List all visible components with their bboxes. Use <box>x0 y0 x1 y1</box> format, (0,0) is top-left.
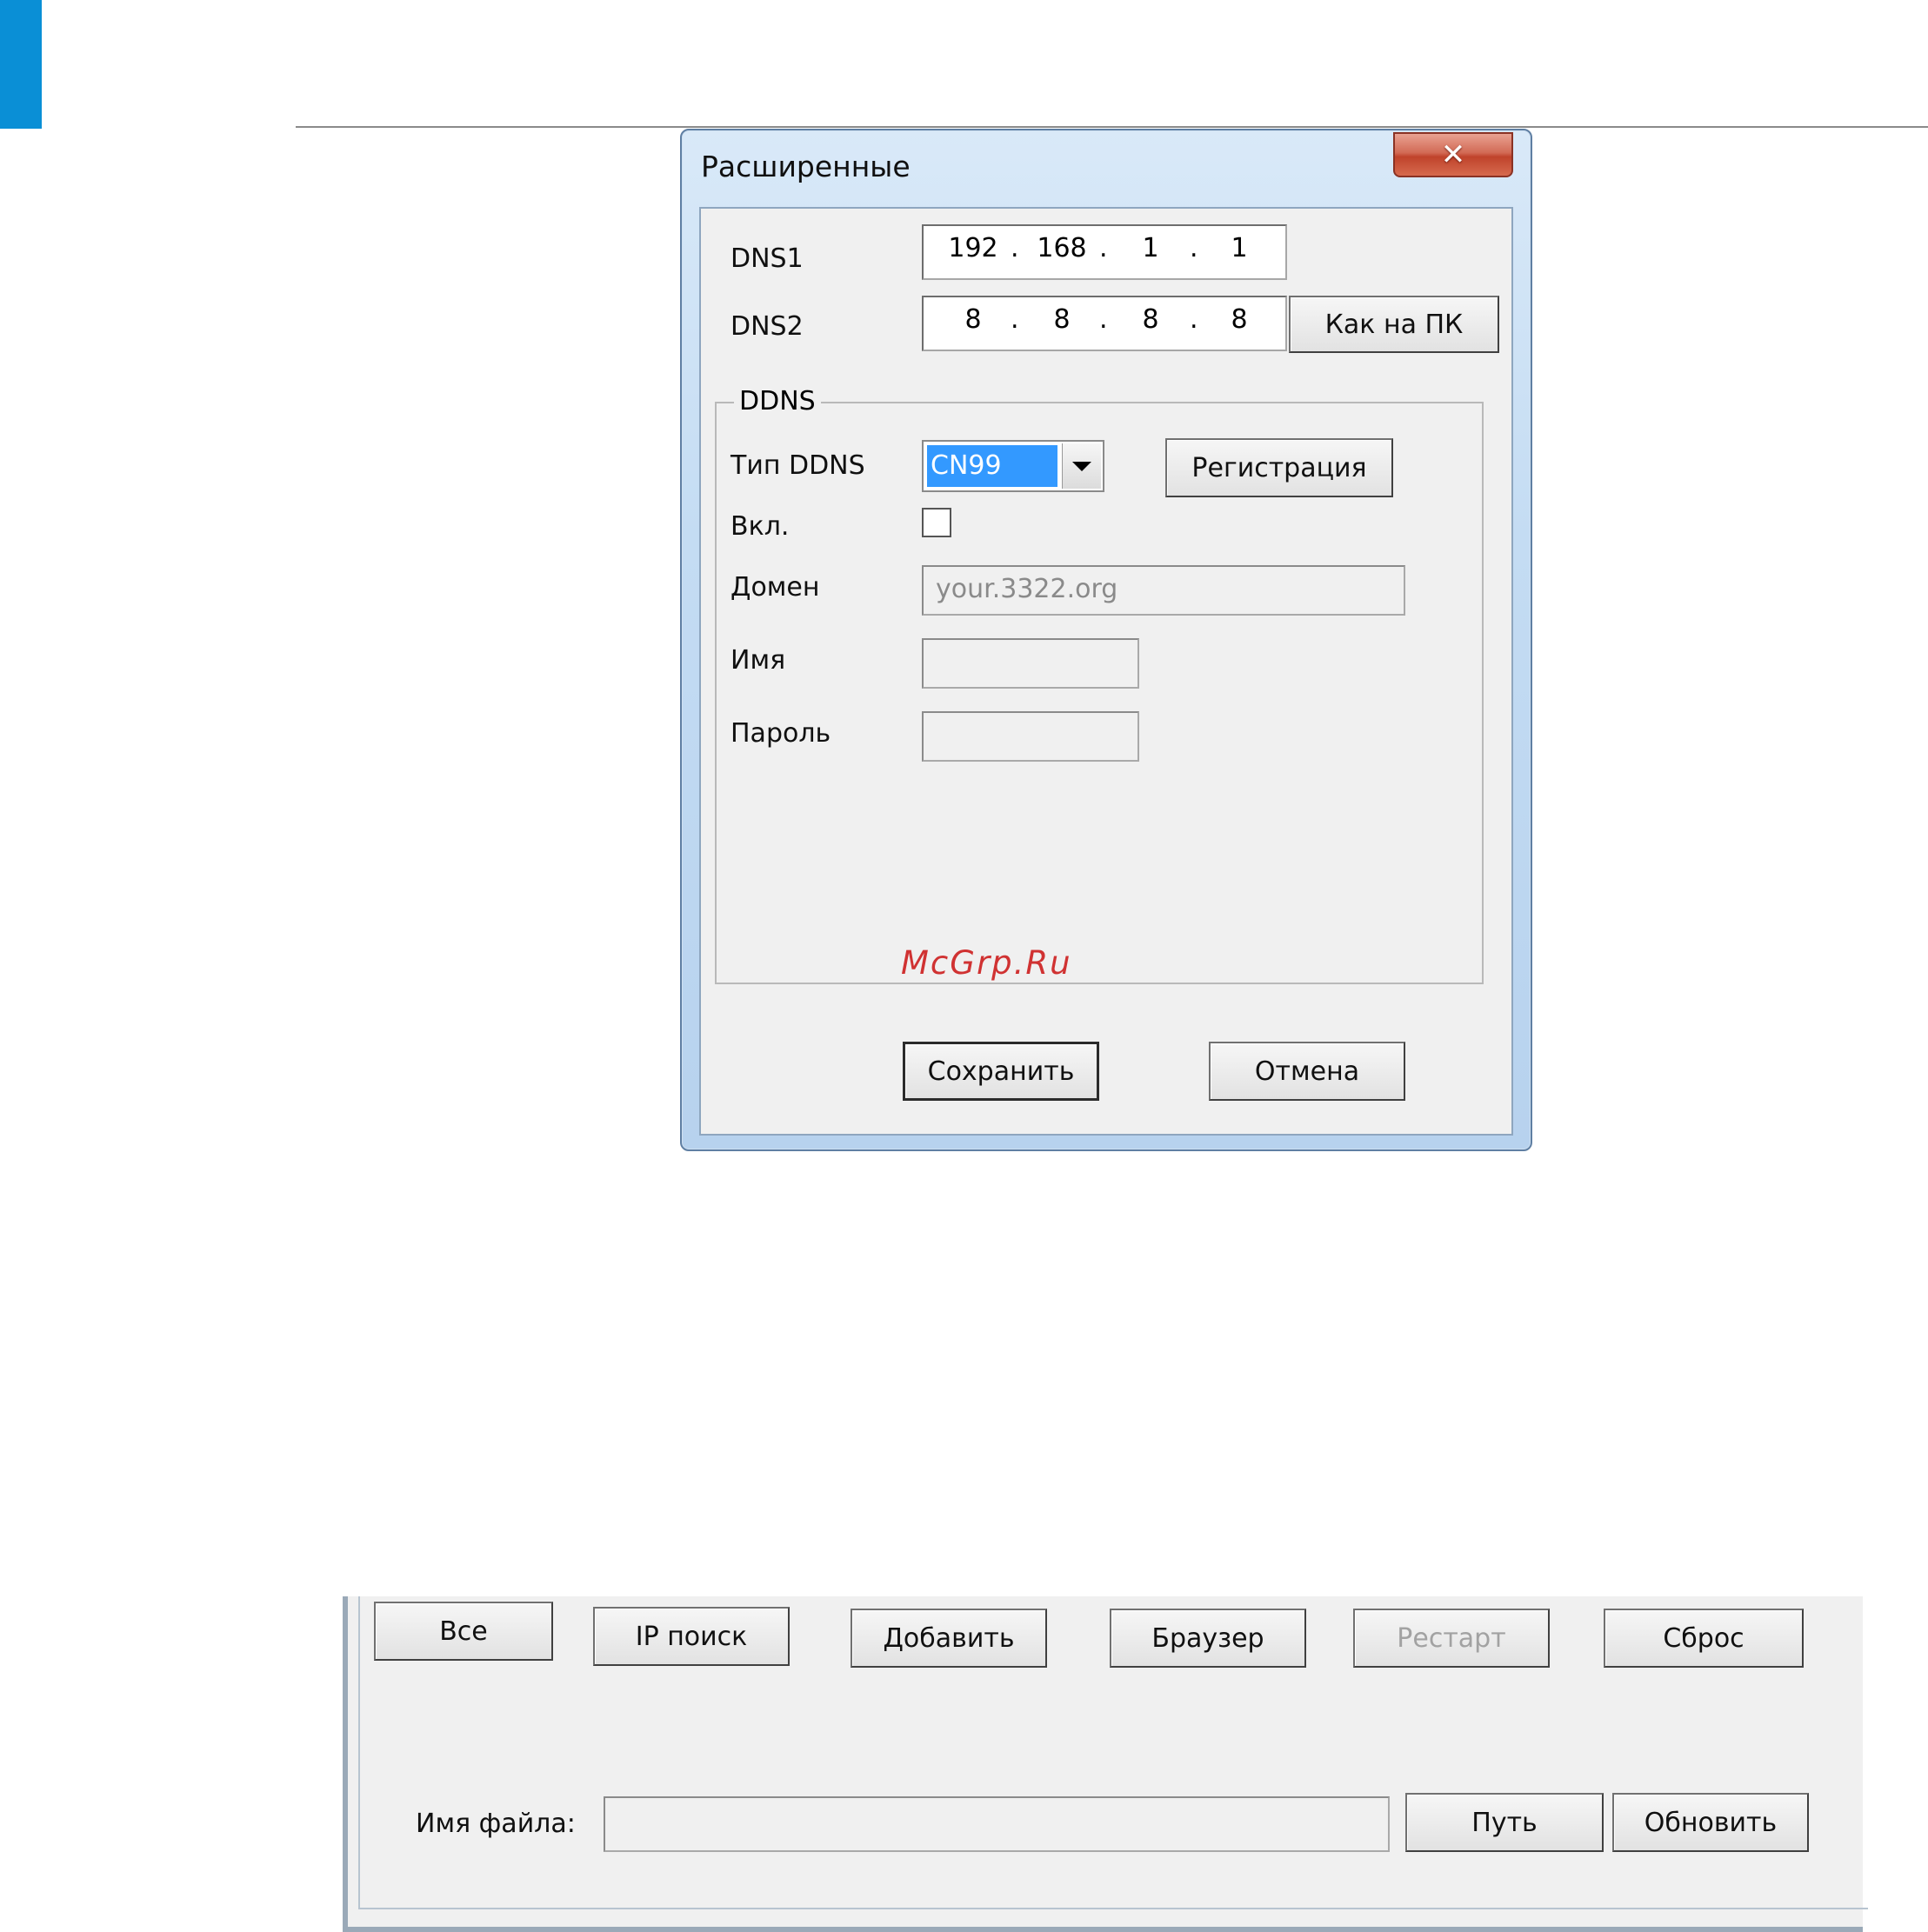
name-field[interactable] <box>922 638 1139 689</box>
ip-dot: . <box>1190 233 1198 263</box>
filename-label: Имя файла: <box>416 1809 576 1839</box>
domain-field[interactable]: your.3322.org <box>922 565 1405 616</box>
filename-field[interactable] <box>604 1796 1390 1852</box>
password-label: Пароль <box>731 718 831 749</box>
dns2-ip-input[interactable]: 8 . 8 . 8 . 8 <box>922 296 1287 351</box>
ddns-type-label: Тип DDNS <box>731 450 865 481</box>
panel-border <box>358 1596 360 1909</box>
dns1-octet-3[interactable]: 1 <box>1120 233 1181 263</box>
ip-search-button[interactable]: IP поиск <box>593 1607 790 1666</box>
close-icon: ✕ <box>1440 137 1466 172</box>
dns1-ip-input[interactable]: 192 . 168 . 1 . 1 <box>922 224 1287 280</box>
domain-label: Домен <box>731 572 820 603</box>
all-button[interactable]: Все <box>374 1602 553 1661</box>
chevron-down-icon[interactable] <box>1062 443 1101 489</box>
ddns-type-value: CN99 <box>927 445 1057 487</box>
corner-marker <box>0 0 42 129</box>
header-divider <box>296 126 1928 128</box>
password-field[interactable] <box>922 711 1139 762</box>
ip-dot: . <box>1099 304 1108 335</box>
ddns-type-select[interactable]: CN99 <box>922 440 1104 492</box>
panel-border <box>358 1908 1868 1909</box>
dns2-octet-1[interactable]: 8 <box>943 304 1004 335</box>
ddns-group-legend: DDNS <box>734 386 821 416</box>
browser-button[interactable]: Браузер <box>1110 1609 1306 1668</box>
dns1-octet-1[interactable]: 192 <box>943 233 1004 263</box>
enable-checkbox[interactable] <box>922 508 951 537</box>
update-button[interactable]: Обновить <box>1612 1793 1809 1852</box>
cancel-button[interactable]: Отмена <box>1209 1042 1405 1101</box>
path-button[interactable]: Путь <box>1405 1793 1604 1852</box>
enable-label: Вкл. <box>731 511 790 542</box>
reset-button[interactable]: Сброс <box>1604 1609 1804 1668</box>
close-button[interactable]: ✕ <box>1393 132 1513 177</box>
dns1-octet-2[interactable]: 168 <box>1031 233 1092 263</box>
dns2-octet-3[interactable]: 8 <box>1120 304 1181 335</box>
dns2-octet-4[interactable]: 8 <box>1209 304 1270 335</box>
name-label: Имя <box>731 645 786 676</box>
ip-dot: . <box>1011 304 1019 335</box>
as-pc-button[interactable]: Как на ПК <box>1289 296 1499 353</box>
register-button[interactable]: Регистрация <box>1165 438 1393 497</box>
ip-dot: . <box>1190 304 1198 335</box>
dialog-client: DNS1 192 . 168 . 1 . 1 DNS2 8 . 8 . 8 . … <box>699 207 1513 1136</box>
ip-dot: . <box>1099 233 1108 263</box>
device-toolbar-panel: Все IP поиск Добавить Браузер Рестарт Сб… <box>343 1596 1868 1932</box>
watermark-text: McGrp.Ru <box>901 944 1072 982</box>
restart-button[interactable]: Рестарт <box>1353 1609 1550 1668</box>
ip-dot: . <box>1011 233 1019 263</box>
dns2-octet-2[interactable]: 8 <box>1031 304 1092 335</box>
dns1-octet-4[interactable]: 1 <box>1209 233 1270 263</box>
advanced-dialog: Расширенные ✕ DNS1 192 . 168 . 1 . 1 DNS… <box>680 129 1532 1151</box>
save-button[interactable]: Сохранить <box>903 1042 1099 1101</box>
dns1-label: DNS1 <box>731 243 804 274</box>
dns2-label: DNS2 <box>731 311 804 342</box>
dialog-title: Расширенные <box>701 150 911 183</box>
add-button[interactable]: Добавить <box>851 1609 1047 1668</box>
